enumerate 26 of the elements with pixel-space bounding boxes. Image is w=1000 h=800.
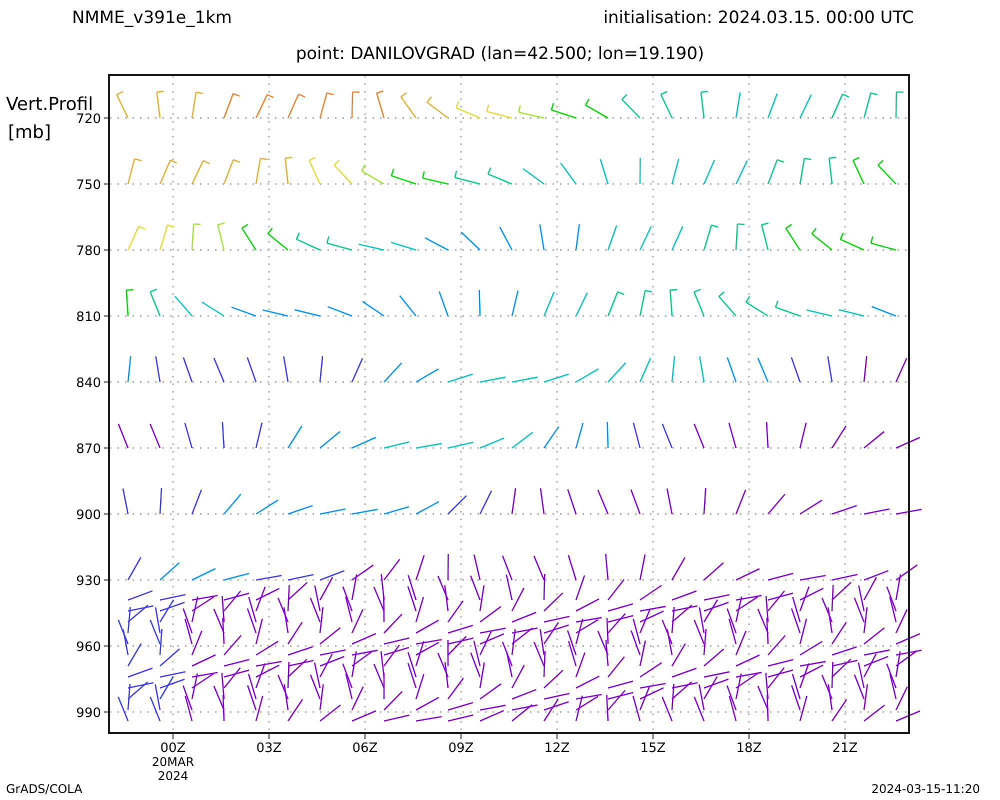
y-tick-label: 990 [76,706,101,721]
point-location: point: DANILOVGRAD (lan=42.500; lon=19.190) [296,44,704,66]
footer-timestamp: 2024-03-15-11:20 [871,782,980,796]
y-tick-label: 720 [76,112,101,127]
x-tick-label: 00Z [160,741,186,756]
x-tick-label: 21Z [832,741,858,756]
x-tick-date: 20MAR [152,755,194,769]
y-tick-label: 840 [76,376,101,391]
y-tick-label: 780 [76,244,101,259]
initialisation-time: initialisation: 2024.03.15. 00:00 UTC [603,8,914,30]
x-tick-label: 12Z [544,741,570,756]
x-tick-label: 15Z [640,741,666,756]
x-tick-label: 03Z [256,741,282,756]
y-tick-label: 870 [76,442,101,457]
x-tick-date: 2024 [158,769,188,782]
y-tick-label: 900 [76,508,101,523]
model-title: NMME_v391e_1km [72,8,232,30]
footer-credit: GrADS/COLA [6,782,82,796]
y-tick-label: 960 [76,640,101,655]
y-tick-label: 930 [76,574,101,589]
x-tick-label: 18Z [736,741,762,756]
y-tick-label: 750 [76,178,101,193]
y-axis-title: [mb] [8,122,52,143]
x-tick-label: 09Z [448,741,474,756]
x-tick-label: 06Z [352,741,378,756]
y-tick-label: 810 [76,310,101,325]
